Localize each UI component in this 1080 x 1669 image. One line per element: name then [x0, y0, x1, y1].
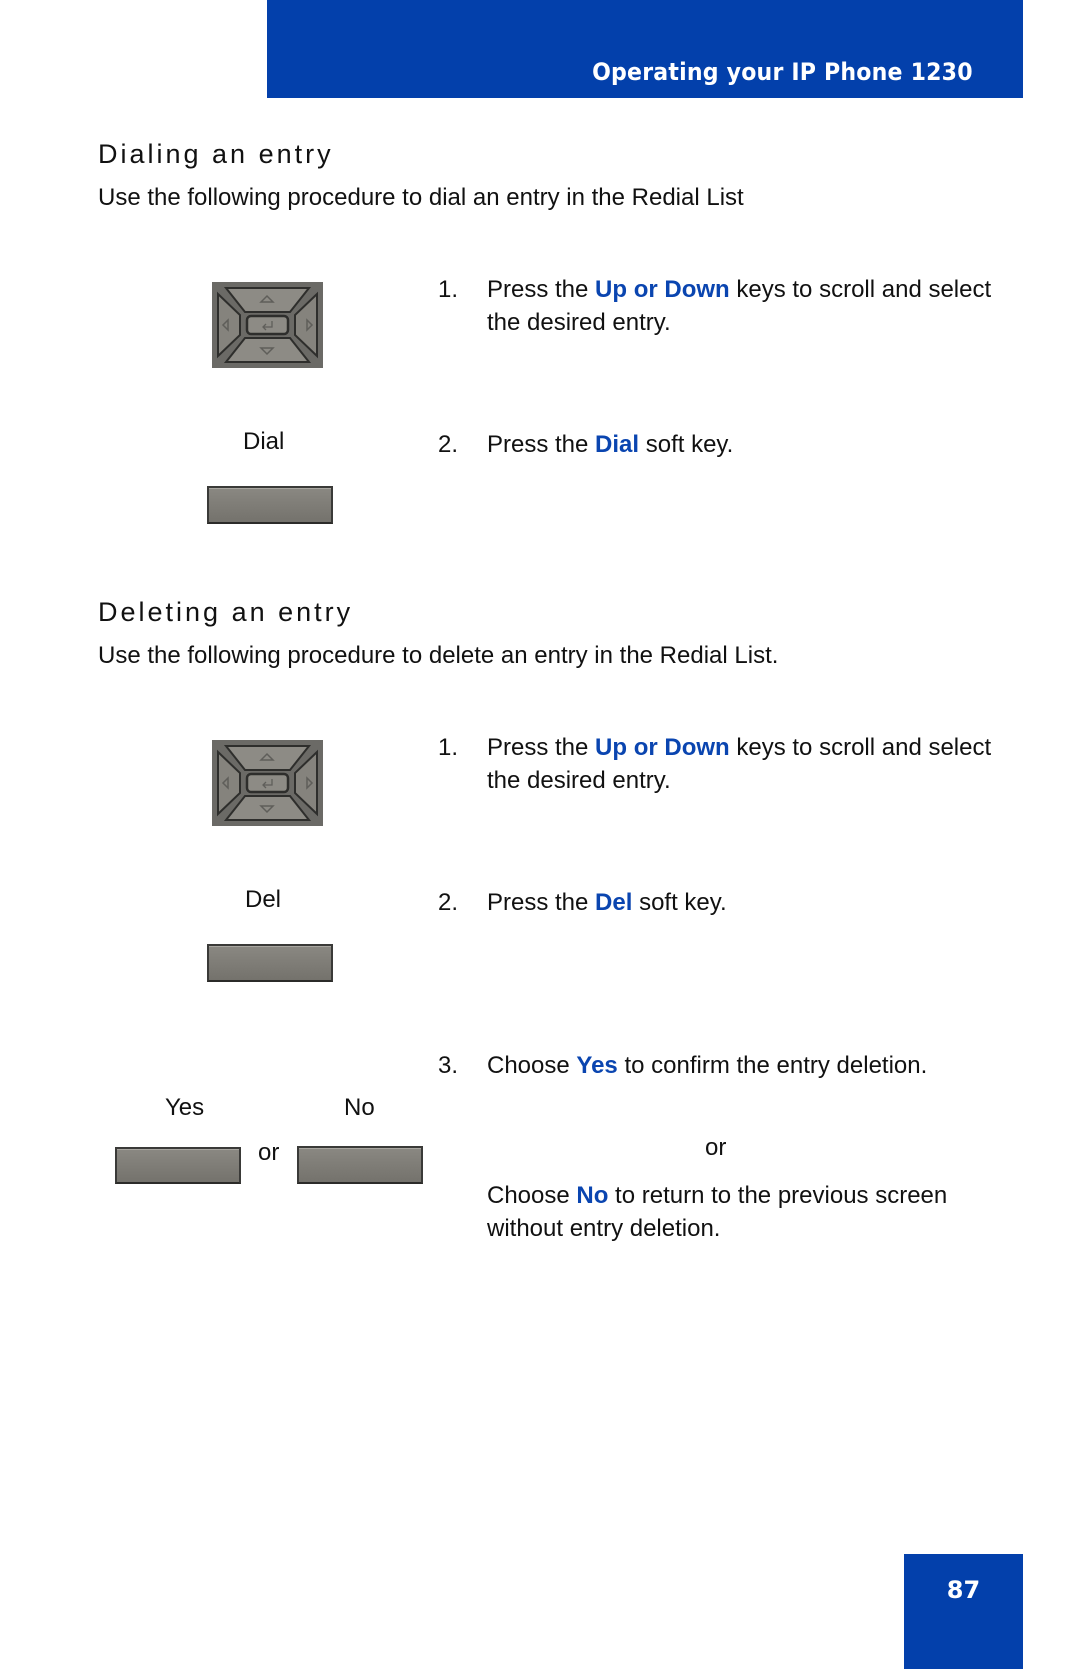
key-highlight-no: No	[576, 1182, 609, 1209]
softkey-label-no: No	[344, 1094, 375, 1121]
step-number: 2.	[438, 889, 459, 916]
step-text: Press the Up or Down keys to scroll and …	[487, 731, 1007, 797]
step-text: Press the Dial soft key.	[487, 428, 1007, 461]
or-separator-text: or	[705, 1134, 727, 1161]
step-number: 3.	[438, 1052, 459, 1079]
key-highlight-dial: Dial	[595, 431, 640, 458]
step-text-post: soft key.	[632, 889, 727, 916]
step-text-pre: Press the	[487, 889, 596, 916]
section-intro-dialing: Use the following procedure to dial an e…	[98, 184, 744, 211]
page-number: 87	[946, 1576, 981, 1604]
step-text: Press the Up or Down keys to scroll and …	[487, 273, 1007, 339]
del-softkey[interactable]	[207, 944, 333, 982]
step-text-pre: Choose	[487, 1182, 577, 1209]
navigation-cluster-icon	[212, 282, 323, 368]
key-highlight-yes: Yes	[576, 1052, 618, 1079]
section-intro-deleting: Use the following procedure to delete an…	[98, 642, 779, 669]
step-text-pre: Press the	[487, 734, 596, 761]
yes-softkey[interactable]	[115, 1147, 241, 1184]
step-text-pre: Press the	[487, 276, 596, 303]
step-text: Press the Del soft key.	[487, 886, 1007, 919]
step-number: 2.	[438, 431, 459, 458]
navigation-keys-graphic	[212, 282, 323, 368]
softkey-label-dial: Dial	[243, 428, 285, 455]
navigation-cluster-icon	[212, 740, 323, 826]
header-band: Operating your IP Phone 1230	[267, 0, 1023, 98]
no-softkey[interactable]	[297, 1146, 423, 1184]
key-highlight-up-down: Up or Down	[595, 276, 730, 303]
step-text: Choose Yes to confirm the entry deletion…	[487, 1049, 1007, 1082]
section-title-dialing: Dialing an entry	[98, 139, 334, 169]
softkey-label-del: Del	[245, 886, 282, 913]
section-title-deleting: Deleting an entry	[98, 597, 354, 627]
or-between-keys: or	[258, 1139, 280, 1166]
navigation-keys-graphic	[212, 740, 323, 826]
step-text-post: to confirm the entry deletion.	[617, 1052, 928, 1079]
key-highlight-up-down: Up or Down	[595, 734, 730, 761]
step-text-alternative: Choose No to return to the previous scre…	[487, 1179, 1007, 1245]
dial-softkey[interactable]	[207, 486, 333, 524]
step-text-post: soft key.	[639, 431, 734, 458]
step-number: 1.	[438, 734, 459, 761]
page-number-box: 87	[904, 1554, 1023, 1669]
step-number: 1.	[438, 276, 459, 303]
key-highlight-del: Del	[595, 889, 633, 916]
chapter-title: Operating your IP Phone 1230	[592, 58, 973, 86]
softkey-label-yes: Yes	[165, 1094, 205, 1121]
step-text-pre: Press the	[487, 431, 596, 458]
step-text-pre: Choose	[487, 1052, 577, 1079]
